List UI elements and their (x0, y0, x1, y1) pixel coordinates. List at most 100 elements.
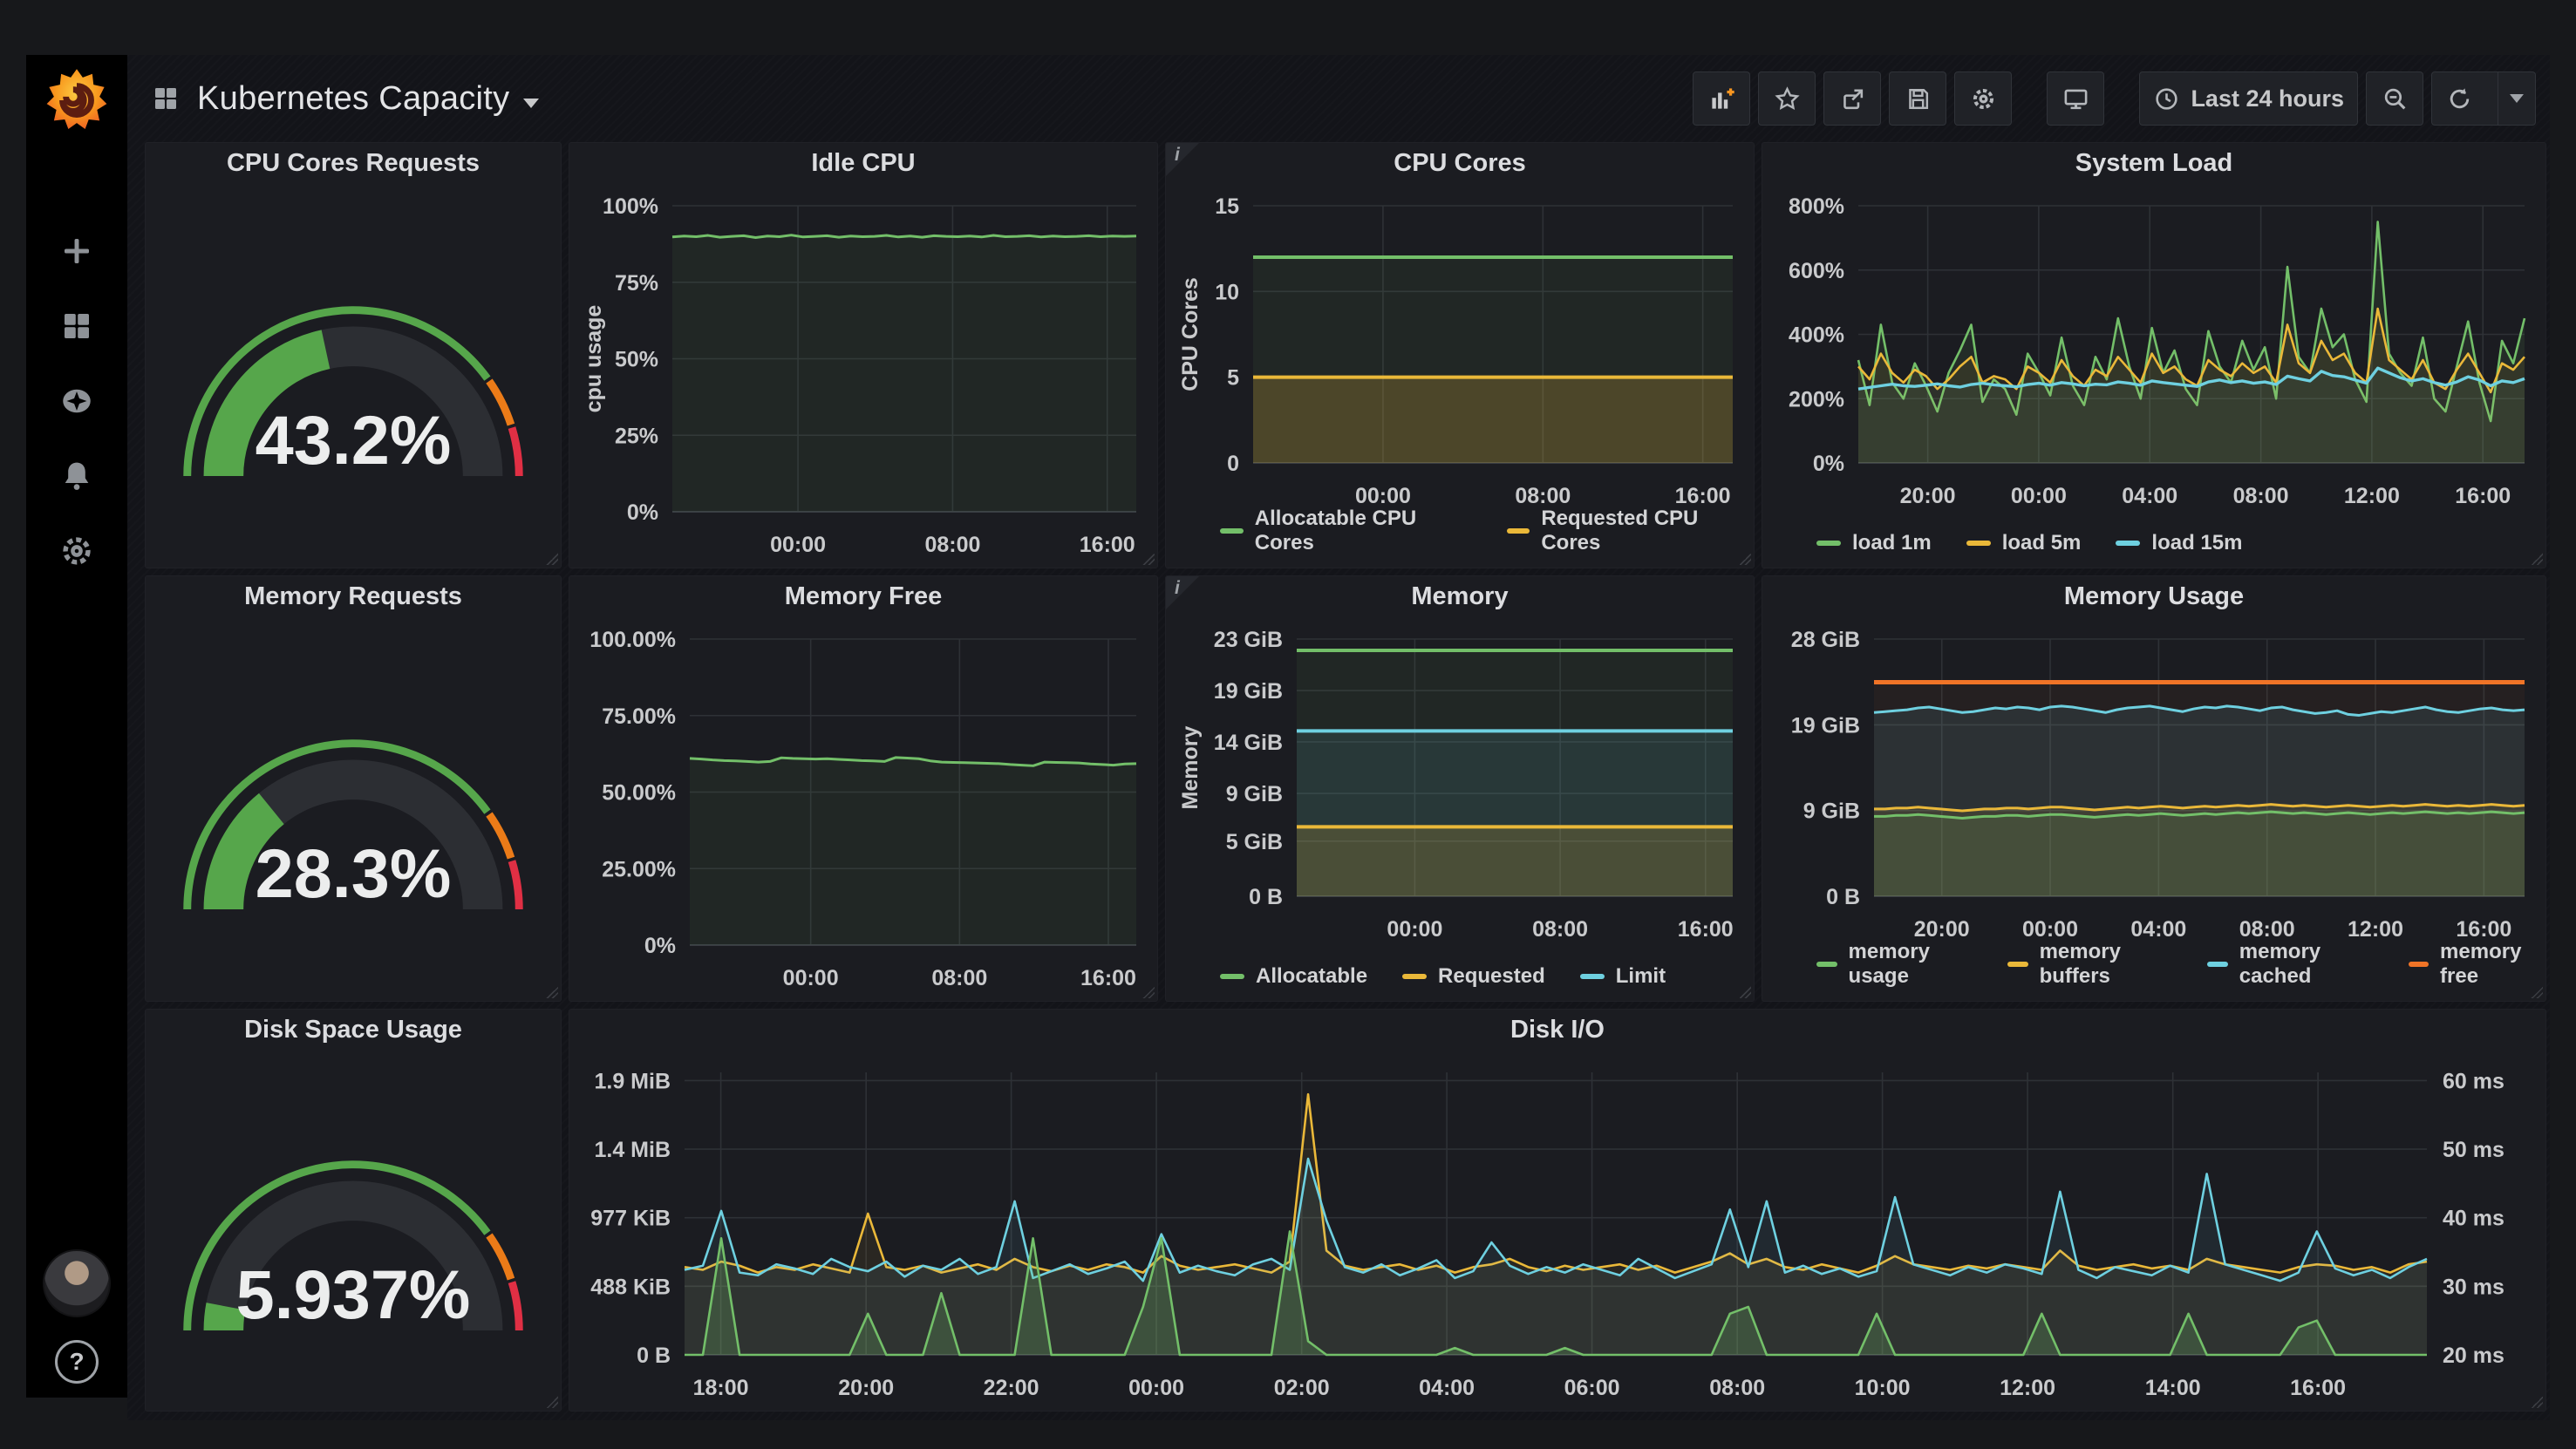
legend-label: memory buffers (2039, 940, 2121, 988)
resize-handle-icon[interactable] (545, 985, 558, 998)
legend-label: load 5m (2001, 531, 2082, 554)
legend-swatch (2007, 962, 2028, 967)
settings-button[interactable] (1954, 71, 2013, 126)
sidebar-item-explore[interactable] (58, 383, 95, 419)
legend-item-memory-buffers[interactable]: memory buffers (2007, 940, 2172, 989)
cycle-view-button[interactable] (2047, 71, 2105, 126)
svg-text:08:00: 08:00 (1515, 484, 1571, 508)
chart-memory[interactable]: 0 B 5 GiB 9 GiB 14 GiB 19 GiB 23 GiB 00:00 08:0… (1166, 616, 1754, 1001)
sidebar-item-configuration[interactable] (58, 533, 95, 569)
panel-title[interactable]: Disk I/O (569, 1010, 2545, 1050)
svg-text:1.4 MiB: 1.4 MiB (594, 1138, 671, 1162)
chart-system-load[interactable]: 0% 200% 400% 600% 800% 20:00 00:00 04:00 08:00 12… (1762, 183, 2545, 568)
resize-handle-icon[interactable] (1738, 985, 1751, 998)
svg-text:12:00: 12:00 (2000, 1376, 2055, 1400)
save-button[interactable] (1889, 71, 1947, 126)
svg-text:0%: 0% (627, 500, 658, 525)
panel-title[interactable]: System Load (1762, 143, 2545, 183)
panel-title[interactable]: Memory Requests (146, 576, 561, 616)
star-icon (1775, 85, 1800, 110)
panel-title[interactable]: CPU Cores (1166, 143, 1754, 183)
refresh-interval-caret[interactable] (2498, 72, 2535, 125)
sidebar-item-create[interactable] (58, 233, 95, 269)
dashboard-title[interactable]: Kubernetes Capacity (197, 80, 509, 118)
add-panel-button[interactable] (1693, 71, 1751, 126)
svg-text:Memory: Memory (1178, 725, 1203, 809)
zoom-out-button[interactable] (2366, 71, 2423, 126)
svg-text:12:00: 12:00 (2344, 484, 2400, 508)
panel-body: 28.3% (146, 616, 561, 1001)
time-range-button[interactable]: Last 24 hours (2139, 71, 2358, 126)
panel-body: 5.937% (146, 1050, 561, 1411)
legend-swatch (2408, 962, 2429, 967)
info-corner-icon[interactable] (1166, 143, 1199, 176)
avatar[interactable] (43, 1249, 111, 1317)
svg-text:60 ms: 60 ms (2443, 1069, 2504, 1093)
legend: Allocatable Requested Limit (1220, 964, 1666, 989)
grafana-logo[interactable] (38, 62, 115, 139)
panel-title[interactable]: Memory (1166, 576, 1754, 616)
chevron-down-icon[interactable] (523, 98, 540, 108)
sidebar-item-alerting[interactable] (58, 458, 95, 494)
dashboards-grid-icon (150, 83, 181, 114)
panel-title[interactable]: Memory Usage (1762, 576, 2545, 616)
resize-handle-icon[interactable] (2530, 985, 2543, 998)
svg-text:02:00: 02:00 (1274, 1376, 1330, 1400)
svg-text:0 B: 0 B (1249, 885, 1283, 909)
save-icon (1909, 88, 1928, 109)
sidebar-item-dashboards[interactable] (58, 308, 95, 344)
legend-item-load-15m[interactable]: load 15m (2116, 531, 2242, 555)
resize-handle-icon[interactable] (545, 1395, 558, 1408)
legend-item-requested-cpu-cores[interactable]: Requested CPU Cores (1506, 507, 1754, 555)
legend-item-limit[interactable]: Limit (1579, 964, 1666, 989)
panel-title[interactable]: Disk Space Usage (146, 1010, 561, 1050)
share-button[interactable] (1823, 71, 1882, 126)
svg-text:00:00: 00:00 (1387, 917, 1442, 942)
panel-title[interactable]: CPU Cores Requests (146, 143, 561, 183)
svg-text:75%: 75% (615, 271, 658, 296)
legend-item-memory-cached[interactable]: memory cached (2207, 940, 2373, 989)
gauge-cpu-cores-requests: 43.2% (183, 305, 523, 479)
resize-handle-icon[interactable] (2530, 1395, 2543, 1408)
help-icon[interactable]: ? (55, 1340, 99, 1384)
svg-text:22:00: 22:00 (984, 1376, 1039, 1400)
svg-text:12:00: 12:00 (2348, 917, 2403, 942)
svg-text:00:00: 00:00 (770, 533, 826, 557)
resize-handle-icon[interactable] (1141, 552, 1155, 565)
panel-body: 0 B 5 GiB 9 GiB 14 GiB 19 GiB 23 GiB 00:00 08:0… (1166, 616, 1754, 1001)
sidebar: ? (26, 55, 127, 1398)
resize-handle-icon[interactable] (545, 552, 558, 565)
legend-item-allocatable[interactable]: Allocatable (1220, 964, 1367, 989)
bell-icon (65, 462, 89, 490)
chart-memory-free[interactable]: 0% 25.00% 50.00% 75.00% 100.00% 00:00 08:00 16:… (569, 616, 1157, 1001)
legend-item-load-5m[interactable]: load 5m (1966, 531, 2082, 555)
dashboard: Kubernetes Capacity Last 24 hours CPU Co… (127, 55, 2550, 1420)
legend-item-memory-usage[interactable]: memory usage (1816, 940, 1973, 989)
legend-item-allocatable-cpu-cores[interactable]: Allocatable CPU Cores (1220, 507, 1472, 555)
svg-text:800%: 800% (1789, 194, 1844, 219)
panel-title[interactable]: Memory Free (569, 576, 1157, 616)
resize-handle-icon[interactable] (1738, 552, 1751, 565)
star-button[interactable] (1758, 71, 1816, 126)
resize-handle-icon[interactable] (2530, 552, 2543, 565)
plus-icon (65, 239, 89, 263)
svg-text:10: 10 (1215, 280, 1239, 304)
svg-text:00:00: 00:00 (2011, 484, 2067, 508)
legend-label: Allocatable CPU Cores (1254, 507, 1417, 554)
refresh-icon[interactable] (2432, 72, 2487, 125)
chart-idle-cpu[interactable]: 0% 25% 50% 75% 100% 00:00 08:00 16:00 cpu usage (569, 183, 1157, 568)
panel-body: 0 B 20 ms 488 KiB 30 ms 977 KiB 40 ms 1.4 MiB 5… (569, 1050, 2545, 1411)
panel-title[interactable]: Idle CPU (569, 143, 1157, 183)
chart-disk-i-o[interactable]: 0 B 20 ms 488 KiB 30 ms 977 KiB 40 ms 1.4 MiB 5… (569, 1050, 2545, 1411)
svg-text:50.00%: 50.00% (602, 781, 676, 806)
legend-item-requested[interactable]: Requested (1402, 964, 1545, 989)
svg-text:5: 5 (1227, 366, 1239, 391)
svg-text:0 B: 0 B (637, 1344, 671, 1368)
legend-item-memory-free[interactable]: memory free (2408, 940, 2545, 989)
refresh-button[interactable] (2431, 71, 2536, 126)
svg-text:9 GiB: 9 GiB (1803, 799, 1860, 824)
resize-handle-icon[interactable] (1141, 985, 1155, 998)
info-corner-icon[interactable] (1166, 576, 1199, 609)
clock-icon (2156, 87, 2178, 110)
legend-item-load-1m[interactable]: load 1m (1816, 531, 1932, 555)
